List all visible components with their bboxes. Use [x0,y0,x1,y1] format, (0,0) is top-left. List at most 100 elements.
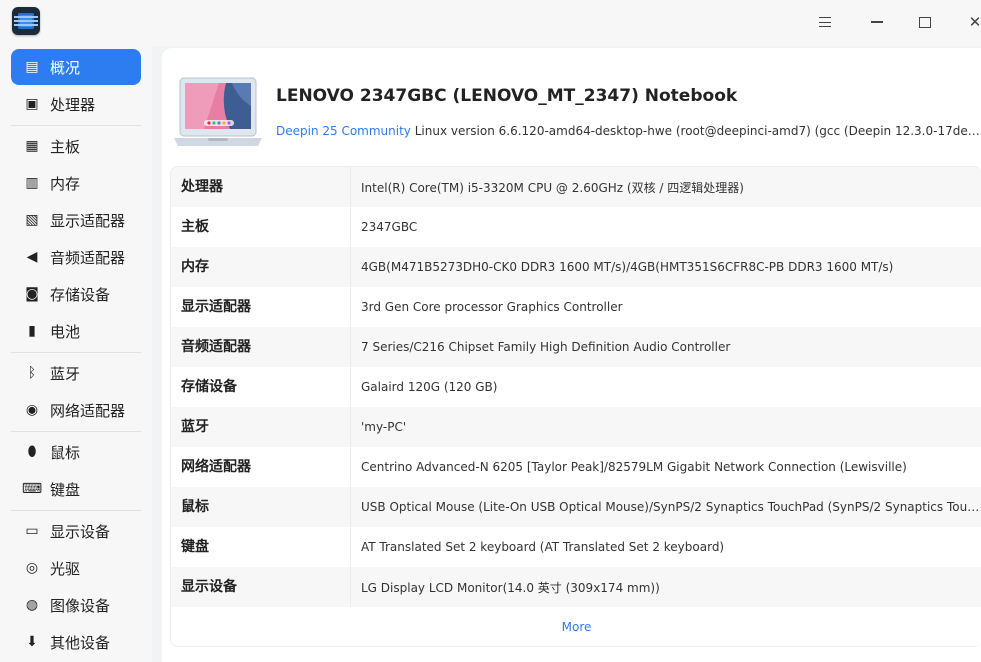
row-value: AT Translated Set 2 keyboard (AT Transla… [361,540,725,554]
keyboard-icon: ⌨ [21,481,43,497]
hamburger-icon [819,17,831,28]
sidebar-item-label: 蓝牙 [50,364,81,383]
overview-icon: ▤ [25,59,39,75]
sidebar-item-label: 其他设备 [50,633,111,652]
memory-icon: ▥ [25,175,39,191]
row-key: 网络适配器 [171,447,351,487]
maximize-icon [919,16,931,28]
row-value: 2347GBC [361,220,418,234]
sidebar-item-label: 鼠标 [50,443,81,462]
table-row: 处理器 Intel(R) Core(TM) i5-3320M CPU @ 2.6… [171,167,981,207]
table-row: 蓝牙 'my-PC' [171,407,981,447]
table-row: 存储设备 Galaird 120G (120 GB) [171,367,981,407]
row-value: 'my-PC' [361,420,407,434]
row-key: 鼠标 [171,487,351,527]
display-adapter-icon: ▧ [25,212,39,228]
bluetooth-icon: ᛒ [27,365,37,381]
sidebar-item-cpu[interactable]: ▣ 处理器 [11,86,141,122]
battery-icon: ▮ [28,323,36,339]
sidebar-item-battery[interactable]: ▮ 电池 [11,313,141,349]
table-row: 主板 2347GBC [171,207,981,247]
sidebar-item-label: 网络适配器 [50,401,126,420]
sidebar-item-label: 显示适配器 [50,211,126,230]
sidebar-item-other-devices[interactable]: ⬇ 其他设备 [11,624,141,660]
row-value: 4GB(M471B5273DH0-CK0 DDR3 1600 MT/s)/4GB… [361,260,894,274]
sidebar-item-keyboard[interactable]: ⌨ 键盘 [11,471,141,507]
os-version-line: Deepin 25 Community Linux version 6.6.12… [276,124,981,138]
sidebar-item-display-adapter[interactable]: ▧ 显示适配器 [11,202,141,238]
row-key: 音频适配器 [171,327,351,367]
sidebar-item-label: 电池 [50,322,81,341]
sidebar-item-mouse[interactable]: ⬮ 鼠标 [11,434,141,470]
cpu-icon: ▣ [25,96,39,112]
row-key: 内存 [171,247,351,287]
row-key: 主板 [171,207,351,247]
monitor-icon: ▭ [25,523,39,539]
sidebar-divider [11,510,141,511]
sidebar-item-label: 处理器 [50,95,96,114]
sidebar-item-storage[interactable]: ◙ 存储设备 [11,276,141,312]
table-row: 内存 4GB(M471B5273DH0-CK0 DDR3 1600 MT/s)/… [171,247,981,287]
sidebar-divider [11,352,141,353]
sidebar-item-label: 音频适配器 [50,248,126,267]
disc-icon: ◎ [25,560,39,576]
sidebar-item-audio-adapter[interactable]: ◀ 音频适配器 [11,239,141,275]
sidebar-divider [11,431,141,432]
sidebar: ▤ 概况 ▣ 处理器 ▦ 主板 ▥ 内存 ▧ 显示适配器 ◀ 音频适配器 ◙ 存… [0,46,152,662]
sidebar-item-label: 内存 [50,174,81,193]
close-icon: ✕ [968,13,981,31]
overview-panel: LENOVO 2347GBC (LENOVO_MT_2347) Notebook… [162,48,981,662]
sidebar-item-label: 光驱 [50,559,81,578]
row-value: LG Display LCD Monitor(14.0 英寸 (309x174 … [361,580,660,595]
os-version-link[interactable]: Deepin 25 Community [276,124,411,138]
row-value: USB Optical Mouse (Lite-On USB Optical M… [361,500,981,514]
row-value: 3rd Gen Core processor Graphics Controll… [361,300,623,314]
sidebar-item-monitor[interactable]: ▭ 显示设备 [11,513,141,549]
sidebar-item-overview[interactable]: ▤ 概况 [11,49,141,85]
table-row: 音频适配器 7 Series/C216 Chipset Family High … [171,327,981,367]
row-key: 显示适配器 [171,287,351,327]
close-button[interactable]: ✕ [960,8,981,36]
sidebar-item-optical-drive[interactable]: ◎ 光驱 [11,550,141,586]
camera-icon: ◍ [25,597,39,613]
more-button[interactable]: More [171,607,981,646]
sidebar-item-label: 存储设备 [50,285,111,304]
sidebar-item-label: 键盘 [50,480,81,499]
sidebar-item-label: 主板 [50,137,81,156]
laptop-icon [174,77,262,146]
table-row: 键盘 AT Translated Set 2 keyboard (AT Tran… [171,527,981,567]
sidebar-item-motherboard[interactable]: ▦ 主板 [11,128,141,164]
sidebar-item-network[interactable]: ◉ 网络适配器 [11,392,141,428]
sidebar-item-label: 概况 [50,58,81,77]
sidebar-item-memory[interactable]: ▥ 内存 [11,165,141,201]
storage-icon: ◙ [25,286,39,302]
table-row: 鼠标 USB Optical Mouse (Lite-On USB Optica… [171,487,981,527]
summary-table: 处理器 Intel(R) Core(TM) i5-3320M CPU @ 2.6… [170,166,981,647]
sidebar-item-label: 图像设备 [50,596,111,615]
table-row: 显示适配器 3rd Gen Core processor Graphics Co… [171,287,981,327]
other-device-icon: ⬇ [26,634,38,650]
sidebar-item-imaging[interactable]: ◍ 图像设备 [11,587,141,623]
title-bar: ✕ [0,0,981,46]
app-logo-icon [12,7,40,35]
sidebar-item-bluetooth[interactable]: ᛒ 蓝牙 [11,355,141,391]
row-key: 显示设备 [171,567,351,607]
minimize-button[interactable] [862,8,892,36]
audio-icon: ◀ [26,249,38,265]
motherboard-icon: ▦ [25,138,39,154]
row-key: 键盘 [171,527,351,567]
row-value: Centrino Advanced-N 6205 [Taylor Peak]/8… [361,460,907,474]
network-icon: ◉ [25,402,39,418]
row-value: Intel(R) Core(TM) i5-3320M CPU @ 2.60GHz… [361,180,744,195]
kernel-version-text: Linux version 6.6.120-amd64-desktop-hwe … [414,124,981,138]
row-key: 存储设备 [171,367,351,407]
row-value: Galaird 120G (120 GB) [361,380,498,394]
mouse-icon: ⬮ [27,444,37,460]
menu-button[interactable] [810,8,840,36]
row-key: 处理器 [171,167,351,207]
sidebar-item-label: 显示设备 [50,522,111,541]
row-value: 7 Series/C216 Chipset Family High Defini… [361,340,731,354]
row-key: 蓝牙 [171,407,351,447]
maximize-button[interactable] [910,8,940,36]
device-title: LENOVO 2347GBC (LENOVO_MT_2347) Notebook [276,86,738,106]
